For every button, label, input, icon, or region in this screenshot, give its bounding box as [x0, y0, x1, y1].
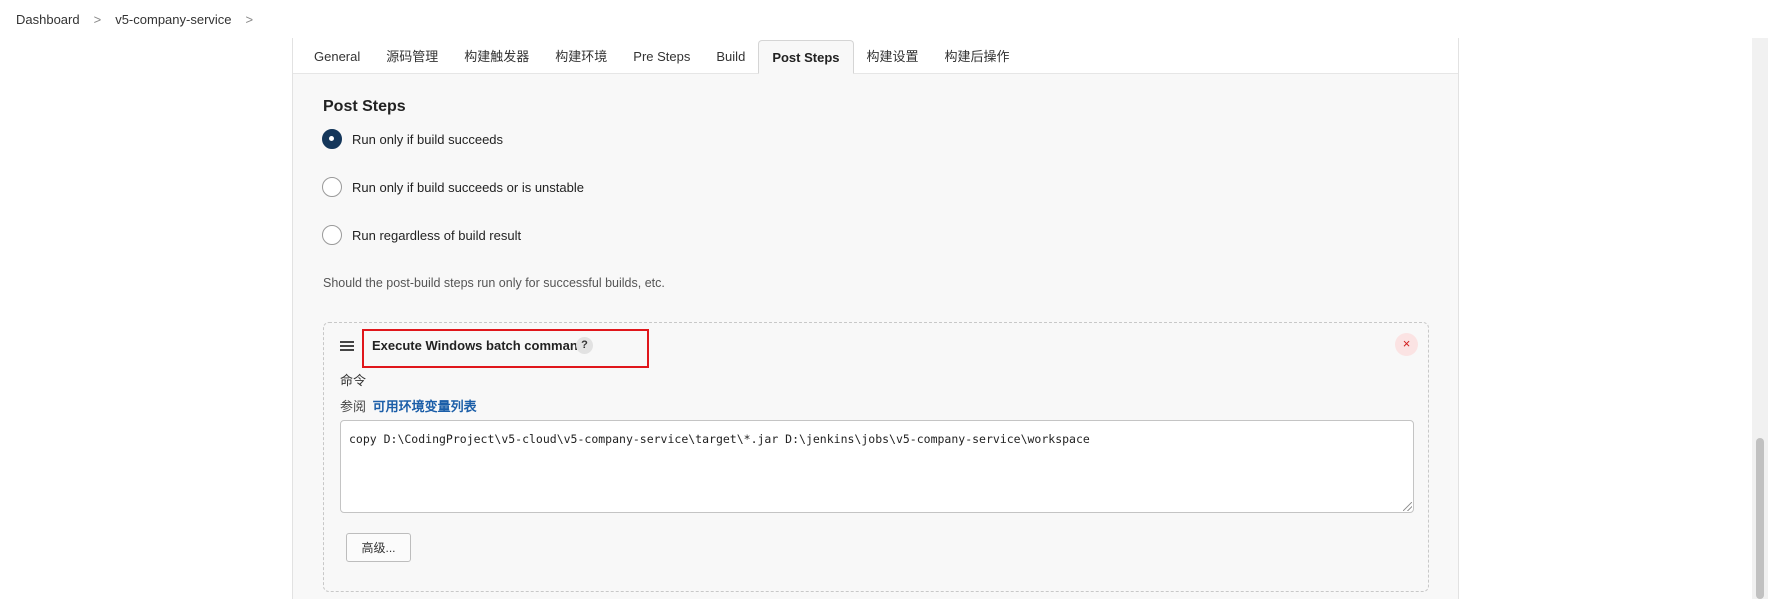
- tab-source-management[interactable]: 源码管理: [373, 40, 451, 73]
- chevron-right-icon[interactable]: >: [94, 12, 102, 27]
- tab-build-environment[interactable]: 构建环境: [542, 40, 620, 73]
- help-icon[interactable]: ?: [576, 337, 593, 354]
- tab-general[interactable]: General: [301, 40, 373, 73]
- section-title: Post Steps: [323, 98, 406, 115]
- post-steps-help: Should the post-build steps run only for…: [323, 276, 665, 290]
- radio-button[interactable]: [322, 177, 342, 197]
- tab-build[interactable]: Build: [703, 40, 758, 73]
- breadcrumb-project[interactable]: v5-company-service: [115, 12, 231, 27]
- delete-step-button[interactable]: ×: [1395, 333, 1418, 356]
- advanced-button[interactable]: 高级...: [346, 533, 411, 562]
- command-textarea[interactable]: copy D:\CodingProject\v5-cloud\v5-compan…: [340, 420, 1414, 513]
- chevron-right-icon[interactable]: >: [246, 12, 254, 27]
- radio-run-if-success-or-unstable[interactable]: Run only if build succeeds or is unstabl…: [322, 177, 584, 197]
- radio-button[interactable]: [322, 225, 342, 245]
- batch-command-step: Execute Windows batch command ? × 命令 参阅 …: [323, 322, 1429, 592]
- radio-run-regardless[interactable]: Run regardless of build result: [322, 225, 521, 245]
- tab-post-steps[interactable]: Post Steps: [758, 40, 854, 74]
- tab-build-settings[interactable]: 构建设置: [854, 40, 932, 73]
- drag-handle-icon[interactable]: [340, 341, 354, 351]
- breadcrumb: Dashboard > v5-company-service >: [0, 0, 1768, 38]
- tab-build-triggers[interactable]: 构建触发器: [451, 40, 542, 73]
- radio-label: Run only if build succeeds or is unstabl…: [352, 179, 584, 195]
- radio-label: Run regardless of build result: [352, 227, 522, 243]
- tab-post-build-actions[interactable]: 构建后操作: [932, 40, 1023, 73]
- config-panel: General 源码管理 构建触发器 构建环境 Pre Steps Build …: [292, 38, 1459, 599]
- resize-handle-icon[interactable]: [1403, 502, 1412, 511]
- scrollbar-thumb[interactable]: [1756, 438, 1764, 599]
- breadcrumb-dashboard[interactable]: Dashboard: [16, 12, 80, 27]
- radio-run-if-success[interactable]: Run only if build succeeds: [322, 129, 503, 149]
- step-title: Execute Windows batch command: [372, 338, 586, 353]
- radio-label: Run only if build succeeds: [352, 131, 504, 147]
- radio-button-checked[interactable]: [322, 129, 342, 149]
- env-vars-link[interactable]: 可用环境变量列表: [373, 399, 477, 414]
- config-tabs: General 源码管理 构建触发器 构建环境 Pre Steps Build …: [293, 38, 1458, 74]
- reference-prefix: 参阅: [340, 399, 367, 414]
- env-vars-reference: 参阅 可用环境变量列表: [340, 396, 477, 415]
- tab-pre-steps[interactable]: Pre Steps: [620, 40, 703, 73]
- command-label: 命令: [340, 373, 367, 388]
- page-scrollbar[interactable]: [1752, 38, 1768, 599]
